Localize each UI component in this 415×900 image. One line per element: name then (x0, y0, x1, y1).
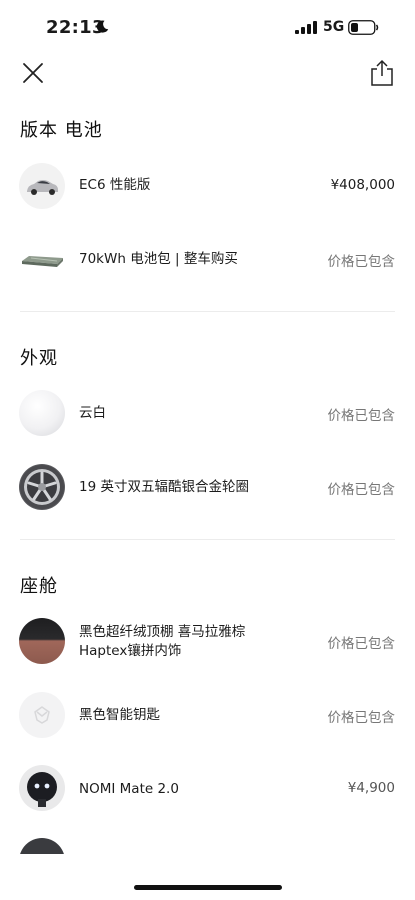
section-title-exterior: 外观 (20, 348, 58, 369)
interior-swatch-icon (19, 618, 65, 664)
list-item-partial (19, 838, 65, 854)
item-label: 19 英寸双五辐酷银合金轮圈 (79, 479, 249, 495)
network-type: 5G (323, 19, 345, 35)
item-price: 价格已包含 (327, 254, 396, 270)
item-label: 云白 (79, 405, 106, 421)
list-item-battery[interactable]: 70kWh 电池包 | 整车购买 价格已包含 (0, 231, 415, 287)
share-icon[interactable] (369, 59, 395, 87)
list-item-paint[interactable]: 云白 价格已包含 (0, 385, 415, 441)
list-item-smart-key[interactable]: 黑色智能钥匙 价格已包含 (0, 687, 415, 743)
list-item-ec6[interactable]: EC6 性能版 ¥408,000 (0, 158, 415, 214)
item-price: ¥4,900 (347, 780, 395, 796)
section-title-version-battery: 版本 电池 (20, 120, 103, 141)
smart-key-icon (19, 692, 65, 738)
item-label-line1: 黑色超纤绒顶棚 喜马拉雅棕 (79, 624, 246, 640)
list-item-interior[interactable]: 黑色超纤绒顶棚 喜马拉雅棕 Haptex镶拼内饰 价格已包含 (0, 613, 415, 669)
section-divider (20, 311, 395, 312)
section-divider (20, 539, 395, 540)
list-item-wheel[interactable]: 19 英寸双五辐酷银合金轮圈 价格已包含 (0, 459, 415, 515)
item-price: 价格已包含 (327, 636, 396, 652)
signal-icon (295, 21, 317, 34)
moon-icon (96, 20, 109, 33)
partial-thumbnail (19, 838, 65, 854)
item-label: NOMI Mate 2.0 (79, 781, 179, 797)
item-price: 价格已包含 (327, 710, 396, 726)
item-price: 价格已包含 (327, 482, 396, 498)
paint-swatch-icon (19, 390, 65, 436)
item-label: EC6 性能版 (79, 177, 151, 193)
status-bar: 22:13 5G (0, 0, 415, 52)
item-price: 价格已包含 (327, 408, 396, 424)
car-thumbnail-icon (19, 163, 65, 209)
battery-icon (348, 20, 379, 35)
close-icon[interactable] (20, 60, 46, 86)
section-title-cabin: 座舱 (20, 576, 58, 597)
wheel-icon (19, 464, 65, 510)
home-indicator[interactable] (134, 885, 282, 890)
nomi-icon (19, 765, 65, 811)
item-price: ¥408,000 (330, 177, 395, 193)
battery-pack-icon (19, 236, 65, 282)
item-label: 黑色智能钥匙 (79, 707, 160, 723)
item-label-line2: Haptex镶拼内饰 (79, 643, 182, 659)
item-label: 70kWh 电池包 | 整车购买 (79, 251, 238, 267)
list-item-nomi[interactable]: NOMI Mate 2.0 ¥4,900 (0, 760, 415, 816)
